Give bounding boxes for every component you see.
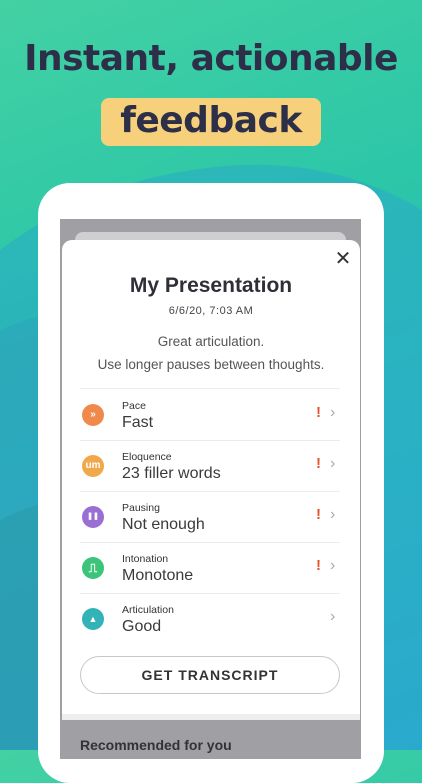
get-transcript-button[interactable]: GET TRANSCRIPT [80,656,340,694]
divider [80,388,340,389]
metric-value: 23 filler words [122,465,221,482]
chevron-right-icon: › [330,404,336,421]
metric-value: Fast [122,414,154,431]
warning-icon: ! [316,557,321,574]
metric-label: Eloquence [122,451,172,463]
recommended-heading: Recommended for you [80,737,232,753]
metric-value: Monotone [122,567,194,584]
pausing-icon: ❚❚ [82,506,104,528]
presentation-title: My Presentation [129,274,293,297]
pace-icon: » [82,404,104,426]
headline: Instant, actionable [24,38,398,79]
metric-value: Good [122,618,162,635]
close-icon[interactable]: ✕ [332,248,354,270]
intonation-icon: ⎍ [82,557,104,579]
metric-label: Pace [122,400,146,412]
metric-row-intonation[interactable]: ⎍ Intonation Monotone ! › [80,543,340,593]
presentation-datetime: 6/6/20, 7:03 AM [168,305,254,317]
metric-label: Pausing [122,502,160,514]
chevron-right-icon: › [330,608,336,625]
metric-row-pace[interactable]: » Pace Fast ! › [80,390,340,440]
warning-icon: ! [316,506,321,523]
chevron-right-icon: › [330,506,336,523]
metric-value: Not enough [122,516,205,533]
warning-icon: ! [316,455,321,472]
metric-row-eloquence[interactable]: um Eloquence 23 filler words ! › [80,441,340,491]
chevron-right-icon: › [330,557,336,574]
chevron-right-icon: › [330,455,336,472]
warning-icon: ! [316,404,321,421]
articulation-icon: ▲ [82,608,104,630]
metric-row-articulation[interactable]: ▲ Articulation Good › [80,594,340,644]
eloquence-icon: um [82,455,104,477]
metric-row-pausing[interactable]: ❚❚ Pausing Not enough ! › [80,492,340,542]
metric-label: Articulation [122,604,174,616]
section-divider [62,714,360,720]
metric-label: Intonation [122,553,169,565]
summary-line-1: Great articulation. [157,334,265,349]
feedback-badge: feedback [101,98,321,146]
summary-line-2: Use longer pauses between thoughts. [97,357,325,372]
